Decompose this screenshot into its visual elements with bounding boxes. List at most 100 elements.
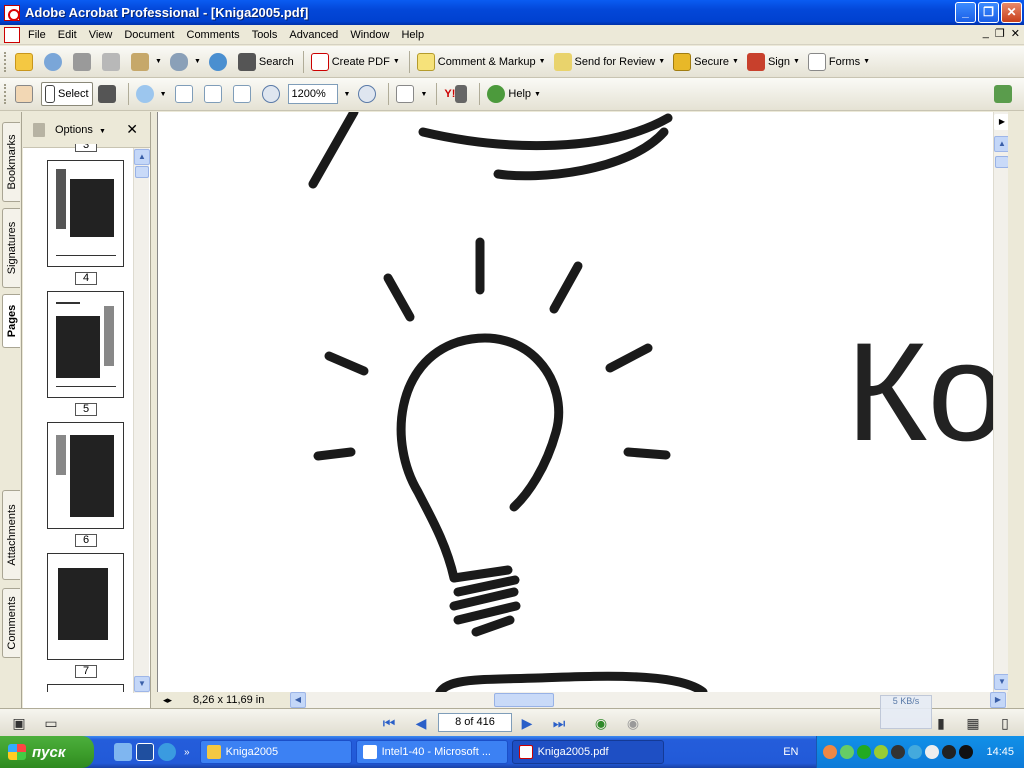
tab-signatures[interactable]: Signatures [2,208,20,288]
go-back-button[interactable]: ◉ [592,714,610,732]
next-page-arrow-icon[interactable]: ▶ [994,114,1008,130]
fit-page-button[interactable] [201,82,228,106]
next-page-button[interactable]: ▶ [518,714,536,732]
single-page-layout-icon[interactable]: ▮ [932,714,950,732]
print-button[interactable] [99,50,126,74]
hand-tool-button[interactable] [12,82,39,106]
trash-icon[interactable] [33,122,45,137]
tasks-button[interactable] [991,82,1018,106]
secure-button[interactable]: Secure ▼ [670,50,742,74]
acrobat-app-icon[interactable] [4,4,20,21]
select-tool-button[interactable]: Select [41,82,93,106]
scroll-thumb[interactable] [494,693,554,707]
scroll-thumb[interactable] [135,166,149,178]
resize-handle-icon[interactable]: ◂▸ [163,695,172,706]
doc-minimize-button[interactable]: _ [983,27,989,40]
quicklaunch-word-icon[interactable] [136,743,154,761]
close-button[interactable]: ✕ [1001,2,1022,23]
tray-app-icon[interactable] [959,745,974,759]
single-page-view-icon[interactable]: ▣ [10,714,28,732]
menu-window[interactable]: Window [344,26,395,44]
zoom-level-input[interactable]: 1200% [287,84,338,104]
page-thumbnail-8[interactable] [47,684,124,692]
menu-advanced[interactable]: Advanced [283,26,344,44]
thumbnails-scrollbar[interactable]: ▲ ▼ [133,148,150,693]
document-icon[interactable] [4,26,20,43]
tray-app-icon[interactable] [874,745,889,759]
tab-comments[interactable]: Comments [2,588,20,658]
task-acrobat-document[interactable]: Kniga2005.pdf [511,740,664,764]
page-thumbnail-4[interactable] [47,160,124,267]
tab-attachments[interactable]: Attachments [2,490,20,580]
maximize-button[interactable]: ❐ [978,2,999,23]
print-options-button[interactable]: ▼ [128,50,165,74]
page-number-input[interactable]: 8 of 416 [438,713,512,732]
create-pdf-button[interactable]: Create PDF ▼ [308,50,403,74]
quicklaunch-overflow-icon[interactable]: » [184,747,190,758]
scroll-up-arrow-icon[interactable]: ▲ [134,149,150,165]
snapshot-tool-button[interactable] [95,82,122,106]
tray-app-icon[interactable] [823,745,838,759]
organizer-button[interactable] [41,50,68,74]
scroll-down-arrow-icon[interactable]: ▼ [134,676,150,692]
document-vertical-scrollbar[interactable]: ▶ ▲ ▼ [993,112,1008,692]
options-menu[interactable]: Options ▼ [55,124,106,136]
zoom-in-tool-button[interactable]: ▼ [133,82,170,106]
scroll-up-arrow-icon[interactable]: ▲ [994,136,1008,152]
search-button[interactable]: Search [235,50,297,74]
actual-size-button[interactable] [172,82,199,106]
menu-file[interactable]: File [22,26,52,44]
title-bar[interactable]: Adobe Acrobat Professional - [Kniga2005.… [0,0,1024,25]
menu-comments[interactable]: Comments [181,26,246,44]
comment-markup-button[interactable]: Comment & Markup ▼ [414,50,549,74]
menu-help[interactable]: Help [395,26,430,44]
clock[interactable]: 14:45 [986,746,1014,758]
last-page-button[interactable]: ⏭ [550,714,568,732]
rotate-view-button[interactable]: ▼ [393,82,430,106]
page-options-icon[interactable]: ▭ [42,714,60,732]
page-thumbnail-6[interactable] [47,422,124,529]
fit-width-button[interactable] [230,82,257,106]
menu-edit[interactable]: Edit [52,26,83,44]
scroll-down-arrow-icon[interactable]: ▼ [994,674,1008,690]
facing-layout-icon[interactable]: ▯ [996,714,1014,732]
continuous-layout-icon[interactable]: ▦ [964,714,982,732]
save-button[interactable] [70,50,97,74]
minimize-button[interactable]: _ [955,2,976,23]
menu-view[interactable]: View [83,26,119,44]
task-kniga2005-folder[interactable]: Kniga2005 [199,740,352,764]
forms-button[interactable]: Forms ▼ [805,50,873,74]
quicklaunch-ie-icon[interactable] [158,743,176,761]
open-button[interactable] [12,50,39,74]
tray-app-icon[interactable] [942,745,957,759]
tray-app-icon[interactable] [891,745,906,759]
attach-button[interactable]: ▼ [167,50,204,74]
tray-app-icon[interactable] [925,745,940,759]
page-thumbnail-7[interactable] [47,553,124,660]
task-word-document[interactable]: Intel1-40 - Microsoft ... [355,740,508,764]
toolbar-grip[interactable] [4,84,8,104]
scroll-right-arrow-icon[interactable]: ▶ [990,692,1006,708]
close-panel-icon[interactable]: ✕ [126,121,138,138]
tray-app-icon[interactable] [908,745,923,759]
start-button[interactable]: пуск [0,736,94,768]
language-indicator[interactable]: EN [783,746,798,758]
go-forward-button[interactable]: ◉ [624,714,642,732]
quicklaunch-desktop-icon[interactable] [114,743,132,761]
tray-app-icon[interactable] [857,745,872,759]
help-button[interactable]: Help ▼ [484,82,544,106]
yahoo-button[interactable]: Y! [441,82,473,106]
toolbar-grip[interactable] [4,51,8,72]
page-thumbnail-5[interactable] [47,291,124,398]
menu-tools[interactable]: Tools [246,26,284,44]
document-view[interactable]: Ко ▶ ▲ ▼ [157,112,1008,692]
tray-app-icon[interactable] [840,745,855,759]
sign-button[interactable]: Sign ▼ [744,50,803,74]
scroll-thumb[interactable] [995,156,1008,168]
menu-document[interactable]: Document [118,26,180,44]
tab-pages[interactable]: Pages [2,294,20,348]
email-button[interactable] [206,50,233,74]
doc-close-button[interactable]: ✕ [1011,27,1020,40]
first-page-button[interactable]: ⏮ [380,714,398,732]
zoom-in-button[interactable] [355,82,382,106]
